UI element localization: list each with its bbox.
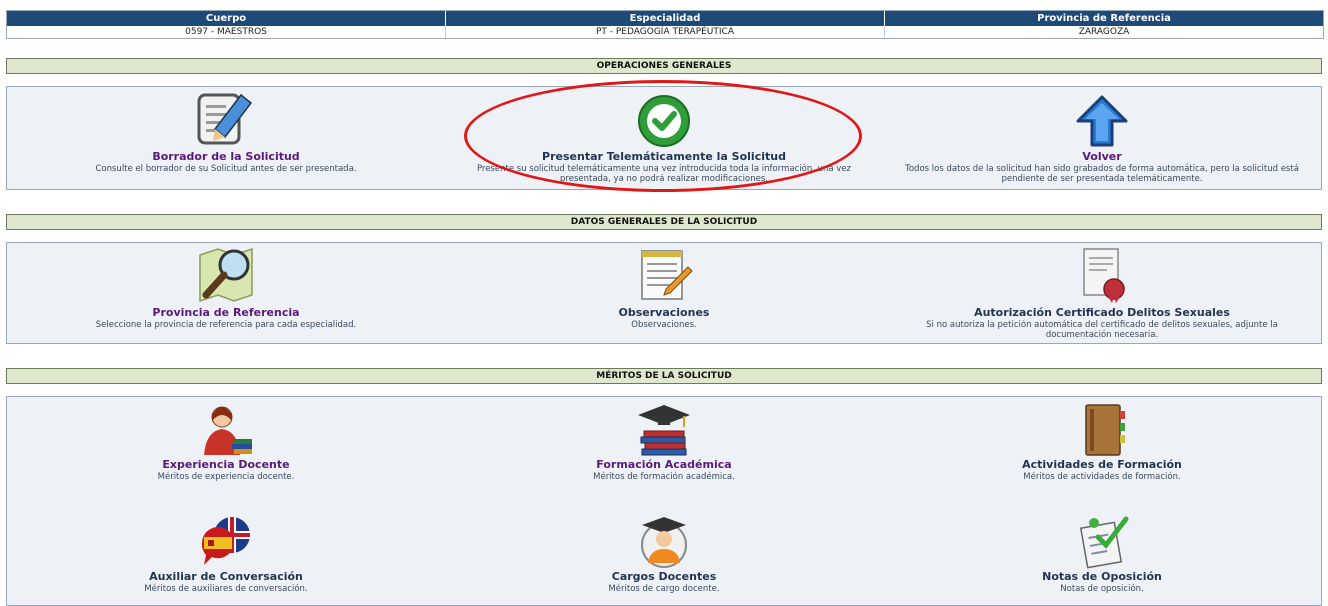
cargos-title[interactable]: Cargos Docentes — [445, 570, 883, 583]
tile-provincia[interactable]: Provincia de Referencia Seleccione la pr… — [7, 245, 445, 330]
header-cuerpo: Cuerpo — [7, 11, 446, 26]
tile-observaciones[interactable]: Observaciones Observaciones. — [445, 245, 883, 330]
header-especialidad: Especialidad — [446, 11, 885, 26]
value-provincia: ZARAGOZA — [885, 26, 1323, 38]
notas-title[interactable]: Notas de Oposición — [883, 570, 1321, 583]
presentar-desc: Presente su solicitud telemáticamente un… — [476, 164, 852, 184]
notepad-pencil-icon — [641, 250, 693, 300]
tile-autorizacion[interactable]: Autorización Certificado Delitos Sexuale… — [883, 245, 1321, 340]
experiencia-title[interactable]: Experiencia Docente — [7, 458, 445, 471]
auxiliar-title[interactable]: Auxiliar de Conversación — [7, 570, 445, 583]
tile-experiencia[interactable]: Experiencia Docente Méritos de experienc… — [7, 401, 445, 482]
section-header-datos: DATOS GENERALES DE LA SOLICITUD — [6, 214, 1322, 230]
value-cuerpo: 0597 - MAESTROS — [7, 26, 446, 38]
tile-cargos[interactable]: Cargos Docentes Méritos de cargo docente… — [445, 513, 883, 594]
autorizacion-desc: Si no autoriza la petición automática de… — [926, 320, 1278, 340]
borrador-desc: Consulte el borrador de su Solicitud ant… — [95, 164, 357, 174]
formacion-title[interactable]: Formación Académica — [445, 458, 883, 471]
volver-desc: Todos los datos de la solicitud han sido… — [905, 164, 1299, 184]
info-table: Cuerpo Especialidad Provincia de Referen… — [6, 10, 1324, 39]
tile-borrador[interactable]: Borrador de la Solicitud Consulte el bor… — [7, 91, 445, 174]
tile-formacion[interactable]: Formación Académica Méritos de formación… — [445, 401, 883, 482]
tile-presentar[interactable]: Presentar Telemáticamente la Solicitud P… — [445, 93, 883, 184]
volver-title[interactable]: Volver — [883, 150, 1321, 163]
section-header-general: OPERACIONES GENERALES — [6, 58, 1322, 74]
cargos-desc: Méritos de cargo docente. — [608, 584, 720, 594]
auxiliar-desc: Méritos de auxiliares de conversación. — [144, 584, 308, 594]
borrador-title[interactable]: Borrador de la Solicitud — [7, 150, 445, 163]
certificate-seal-icon — [1083, 248, 1125, 303]
tile-volver[interactable]: Volver Todos los datos de la solicitud h… — [883, 93, 1321, 184]
provincia-title[interactable]: Provincia de Referencia — [7, 306, 445, 319]
check-circle-icon — [638, 95, 690, 147]
presentar-title[interactable]: Presentar Telemáticamente la Solicitud — [445, 150, 883, 163]
graduate-person-icon — [641, 517, 687, 568]
actividades-desc: Méritos de actividades de formación. — [1023, 472, 1181, 482]
panel-general: Borrador de la Solicitud Consulte el bor… — [6, 86, 1322, 190]
autorizacion-title[interactable]: Autorización Certificado Delitos Sexuale… — [883, 306, 1321, 319]
panel-meritos: Experiencia Docente Méritos de experienc… — [6, 396, 1322, 606]
teacher-books-icon — [204, 406, 252, 455]
observaciones-title[interactable]: Observaciones — [445, 306, 883, 319]
edit-document-icon — [197, 93, 253, 145]
notas-desc: Notas de oposición. — [1060, 584, 1144, 594]
experiencia-desc: Méritos de experiencia docente. — [157, 472, 295, 482]
graduation-books-icon — [638, 405, 690, 456]
arrow-up-icon — [1076, 95, 1128, 147]
section-header-meritos: MÉRITOS DE LA SOLICITUD — [6, 368, 1322, 384]
checklist-icon — [1079, 516, 1129, 569]
tile-notas[interactable]: Notas de Oposición Notas de oposición. — [883, 513, 1321, 594]
value-especialidad: PT - PEDAGOGÍA TERAPÉUTICA — [446, 26, 885, 38]
header-provincia: Provincia de Referencia — [885, 11, 1323, 26]
provincia-desc: Seleccione la provincia de referencia pa… — [95, 320, 357, 330]
actividades-title[interactable]: Actividades de Formación — [883, 458, 1321, 471]
tile-auxiliar[interactable]: Auxiliar de Conversación Méritos de auxi… — [7, 513, 445, 594]
formacion-desc: Méritos de formación académica. — [593, 472, 735, 482]
observaciones-desc: Observaciones. — [631, 320, 697, 330]
panel-datos: Provincia de Referencia Seleccione la pr… — [6, 242, 1322, 344]
notebook-icon — [1085, 404, 1125, 456]
flags-speech-icon — [201, 517, 250, 565]
tile-actividades[interactable]: Actividades de Formación Méritos de acti… — [883, 401, 1321, 482]
map-magnifier-icon — [199, 247, 253, 303]
